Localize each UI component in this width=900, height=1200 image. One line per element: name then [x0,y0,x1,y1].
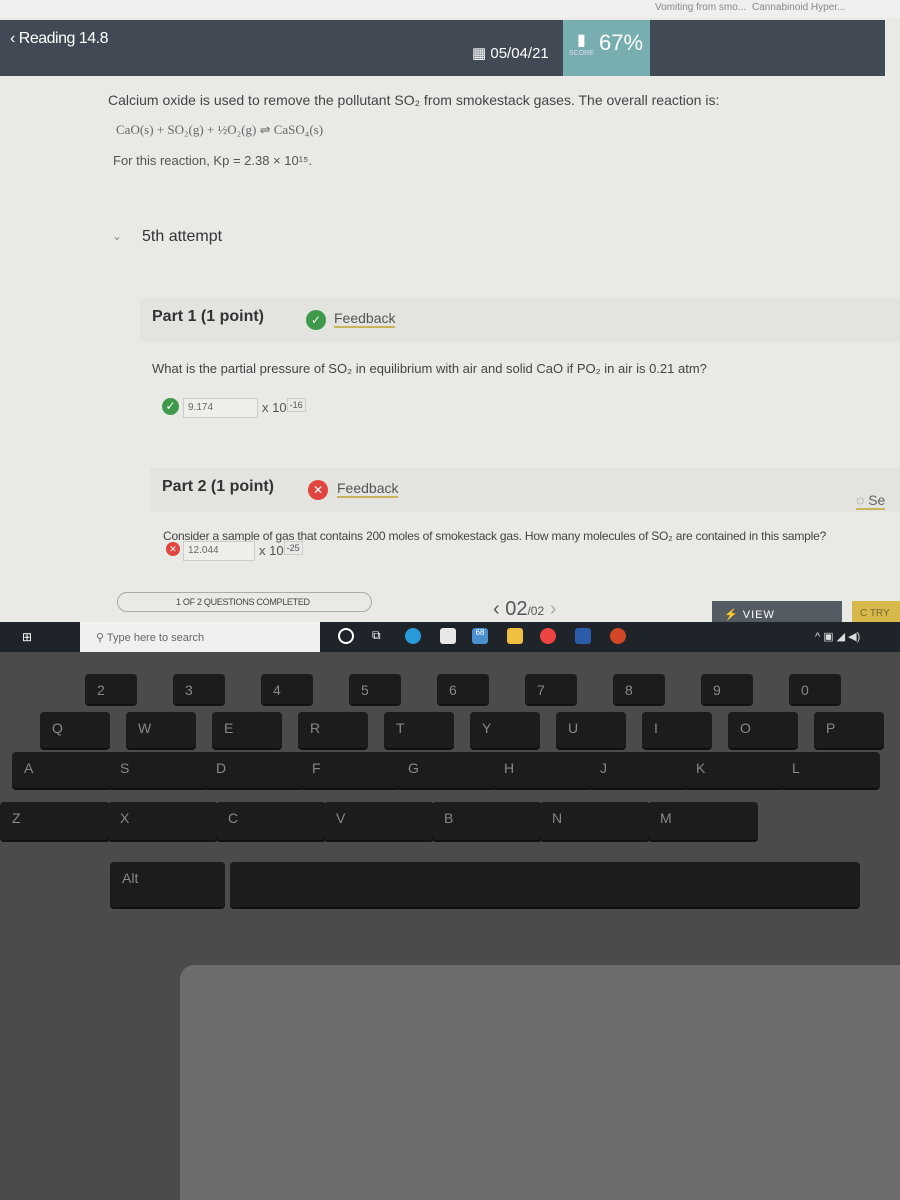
feedback-link[interactable]: Feedback [337,480,399,498]
mail-icon[interactable]: 68 [472,628,488,644]
keyboard-key[interactable]: H [492,752,592,788]
assignment-header: ‹ Reading 14.8 ▦ 05/04/21 ▮ SCORE 67% [0,20,885,76]
keyboard-key[interactable]: N [540,802,650,840]
keyboard-key[interactable]: I [642,712,712,748]
keyboard-key[interactable]: G [396,752,496,788]
keyboard-key[interactable]: 4 [261,674,313,704]
search-icon: ⚲ [96,632,107,644]
taskbar-search[interactable]: ⚲ Type here to search [80,622,320,652]
problem-intro: Calcium oxide is used to remove the poll… [108,92,720,108]
task-view-icon[interactable]: ⧉ [372,628,388,644]
pager: ‹ 02/02 › [493,598,557,620]
exponent-field[interactable]: x 10 -25 [259,541,303,558]
answer-input[interactable]: 12.044 [183,541,255,561]
keyboard-key[interactable]: A [12,752,112,788]
key-alt[interactable]: Alt [110,862,225,907]
keyboard-key[interactable]: L [780,752,880,788]
keyboard-key[interactable]: C [216,802,326,840]
bar-chart-icon: ▮ [577,32,586,49]
part-1-question: What is the partial pressure of SO₂ in e… [152,361,707,376]
keyboard-key[interactable]: P [814,712,884,748]
touchpad[interactable] [180,965,900,1200]
score-box: ▮ SCORE 67% [563,20,650,76]
browser-tab[interactable]: Cannabinoid Hyper... [752,2,845,13]
keyboard-key[interactable]: S [108,752,208,788]
keyboard-key[interactable]: V [324,802,434,840]
keyboard-key[interactable]: T [384,712,454,748]
check-icon: ✓ [306,310,326,330]
keyboard-key[interactable]: M [648,802,758,840]
keyboard-key[interactable]: 0 [789,674,841,704]
feedback-link[interactable]: Feedback [334,310,396,328]
bolt-icon: ⚡ [724,609,743,621]
lightbulb-icon: ◌ [856,492,869,508]
cortana-icon[interactable] [338,628,354,644]
browser-tab-strip: Vomiting from smo... Cannabinoid Hyper..… [0,0,900,18]
part-2-header: Part 2 (1 point) ✕ Feedback ◌ Se [150,468,900,512]
chrome-icon[interactable] [540,628,556,644]
chevron-down-icon[interactable]: ⌄ [112,229,122,243]
due-date: ▦ 05/04/21 [472,45,549,62]
keyboard-key[interactable]: 7 [525,674,577,704]
key-space[interactable] [230,862,860,907]
hint-link[interactable]: ◌ Se [856,492,886,510]
next-icon[interactable]: › [544,598,557,620]
keyboard-key[interactable]: D [204,752,304,788]
prev-icon[interactable]: ‹ [493,598,505,620]
keyboard-key[interactable]: X [108,802,218,840]
retry-icon: C [860,608,870,619]
keyboard-key[interactable]: 9 [701,674,753,704]
keyboard-key[interactable]: W [126,712,196,748]
keyboard-key[interactable]: 8 [613,674,665,704]
browser-tab[interactable]: Vomiting from smo... [655,2,746,13]
keyboard-key[interactable]: 2 [85,674,137,704]
keyboard-key[interactable]: E [212,712,282,748]
keyboard-key[interactable]: Z [0,802,110,840]
keyboard-key[interactable]: 6 [437,674,489,704]
kp-text: For this reaction, Kp = 2.38 × 10¹⁵. [113,153,313,168]
calendar-icon: ▦ [472,45,487,62]
chevron-left-icon: ‹ [10,30,19,47]
x-circle-icon: ✕ [166,542,180,556]
back-link[interactable]: ‹ Reading 14.8 [10,30,108,48]
keyboard-key[interactable]: O [728,712,798,748]
keyboard-key[interactable]: Q [40,712,110,748]
questions-progress: 1 OF 2 QUESTIONS COMPLETED [117,592,372,612]
part-1-header: Part 1 (1 point) ✓ Feedback [140,298,900,342]
keyboard-key[interactable]: 5 [349,674,401,704]
file-explorer-icon[interactable] [507,628,523,644]
keyboard-key[interactable]: Y [470,712,540,748]
laptop-keyboard: 2 3 4 5 6 7 8 9 0 QWERTYUIOP ASDFGHJKL ZXCVBNM Alt [0,652,900,1200]
reaction-equation: CaO(s) + SO₂(g) + ½O₂(g) ⇌ CaSO₄(s) [116,122,324,137]
exponent-field[interactable]: x 10 -16 [262,398,306,415]
powerpoint-icon[interactable] [610,628,626,644]
windows-icon[interactable]: ⊞ [22,630,32,644]
keyboard-key[interactable]: B [432,802,542,840]
keyboard-key[interactable]: R [298,712,368,748]
taskbar: ⊞ ⚲ Type here to search ⧉ 68 ^ ▣ ◢ ◀) [0,622,900,652]
screen: Vomiting from smo... Cannabinoid Hyper..… [0,0,900,652]
check-icon: ✓ [162,398,179,415]
attempt-label: 5th attempt [142,228,223,245]
store-icon[interactable] [440,628,456,644]
keyboard-key[interactable]: F [300,752,400,788]
x-circle-icon: ✕ [308,480,328,500]
word-icon[interactable] [575,628,591,644]
edge-icon[interactable] [405,628,421,644]
answer-input[interactable]: 9.174 [183,398,258,418]
part-2-question: Consider a sample of gas that contains 2… [163,529,827,543]
keyboard-key[interactable]: U [556,712,626,748]
keyboard-key[interactable]: 3 [173,674,225,704]
keyboard-key[interactable]: K [684,752,784,788]
keyboard-key[interactable]: J [588,752,688,788]
system-tray[interactable]: ^ ▣ ◢ ◀) [815,630,860,643]
